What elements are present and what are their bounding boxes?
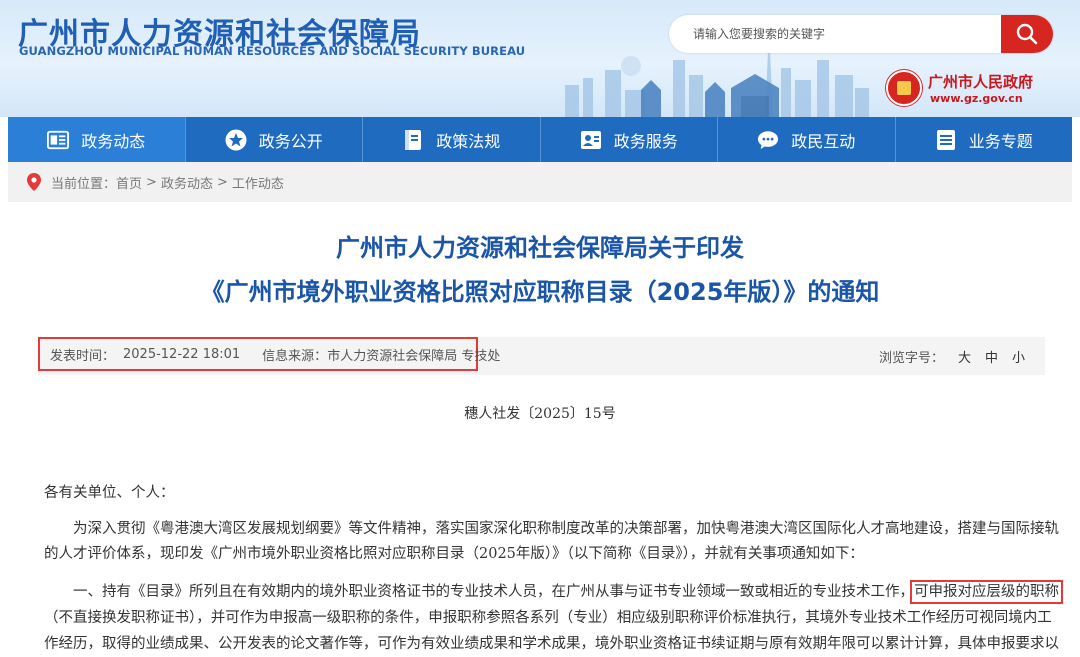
breadcrumb-prefix: 当前位置：: [51, 176, 117, 192]
article-meta-bar: 发表时间： 2025-12-22 18:01 信息来源： 市人力资源社会保障局 …: [38, 337, 1045, 375]
breadcrumb: 当前位置： 首页 > 政务动态 > 工作动态: [8, 162, 1072, 202]
news-icon: [47, 129, 70, 151]
article-title-line1: 广州市人力资源和社会保障局关于印发: [336, 234, 744, 262]
paragraph-2-line-3: 作经历，取得的业绩成果、公开发表的论文著作等，可作为有效业绩成果和学术成果，境外…: [44, 636, 1059, 652]
chat-icon: [757, 129, 779, 151]
paragraph-2-line-1: 一、持有《目录》所列且在有效期内的境外职业资格证书的专业技术人员，在广州从事与证…: [44, 578, 1063, 607]
nav-label: 业务专题: [968, 131, 1033, 151]
site-header: 广州市人力资源和社会保障局 GUANGZHOU MUNICIPAL HUMAN …: [0, 0, 1080, 117]
highlighted-phrase: 可申报对应层级的职称: [910, 580, 1063, 604]
nav-label: 政务公开: [258, 131, 323, 151]
nav-item-public[interactable]: 政务公开: [186, 117, 363, 162]
nav-item-news[interactable]: 政务动态: [8, 117, 186, 162]
nav-label: 政民互动: [791, 131, 856, 151]
nav-label: 政策法规: [436, 131, 501, 151]
breadcrumb-current[interactable]: 工作动态: [232, 173, 284, 192]
location-pin-icon: [27, 173, 41, 191]
font-size-large[interactable]: 大: [958, 347, 971, 366]
document-number: 穗人社发〔2025〕15号: [464, 406, 616, 422]
list-icon: [935, 129, 957, 151]
nav-label: 政务服务: [613, 131, 678, 151]
search-box: [669, 15, 1053, 53]
search-button[interactable]: [1001, 15, 1053, 53]
gov-emblem-icon[interactable]: [886, 70, 922, 106]
publish-time: 2025-12-22 18:01: [123, 346, 241, 362]
font-size-medium[interactable]: 中: [985, 347, 998, 366]
gov-link-url[interactable]: www.gz.gov.cn: [930, 92, 1023, 105]
source-label: 信息来源：: [262, 348, 328, 364]
paragraph-1-line-2: 的人才评价体系，现印发《广州市境外职业资格比照对应职称目录（2025年版）》（以…: [44, 546, 864, 562]
font-size-selector: 浏览字号： 大 中 小: [879, 337, 1025, 375]
font-size-label: 浏览字号：: [878, 350, 944, 366]
user-card-icon: [580, 129, 602, 151]
article-title-line2: 《广州市境外职业资格比照对应职称目录（2025年版）》的通知: [200, 278, 880, 306]
breadcrumb-separator: >: [146, 174, 157, 190]
nav-item-services[interactable]: 政务服务: [541, 117, 718, 162]
font-size-small[interactable]: 小: [1012, 347, 1025, 366]
nav-item-interaction[interactable]: 政民互动: [718, 117, 896, 162]
breadcrumb-section[interactable]: 政务动态: [161, 173, 213, 192]
site-logo-subtitle: GUANGZHOU MUNICIPAL HUMAN RESOURCES AND …: [19, 44, 526, 58]
source-value: 市人力资源社会保障局 专技处: [327, 348, 501, 364]
breadcrumb-separator: >: [216, 174, 228, 190]
search-input[interactable]: [669, 15, 1001, 53]
publish-info-highlight: 发表时间： 2025-12-22 18:01 信息来源： 市人力资源社会保障局 …: [38, 337, 500, 371]
nav-label: 政务动态: [81, 131, 146, 151]
breadcrumb-home[interactable]: 首页: [116, 173, 142, 192]
star-icon: [225, 129, 247, 151]
salutation: 各有关单位、个人：: [44, 485, 175, 501]
search-icon: [1016, 23, 1038, 45]
nav-item-policy[interactable]: 政策法规: [363, 117, 541, 162]
paragraph-2-text: 一、持有《目录》所列且在有效期内的境外职业资格证书的专业技术人员，在广州从事与证…: [73, 584, 914, 600]
publish-time-label: 发表时间：: [50, 348, 116, 364]
paragraph-2-line-2: （不直接换发职称证书），并可作为申报高一级职称的条件，申报职称参照各系列（专业）…: [44, 610, 1052, 626]
gov-link-name[interactable]: 广州市人民政府: [928, 71, 1033, 92]
nav-item-topics[interactable]: 业务专题: [896, 117, 1073, 162]
main-nav: 政务动态 政务公开 政策法规 政务服务 政民互动 业务专题: [8, 117, 1072, 162]
book-icon: [402, 129, 424, 151]
